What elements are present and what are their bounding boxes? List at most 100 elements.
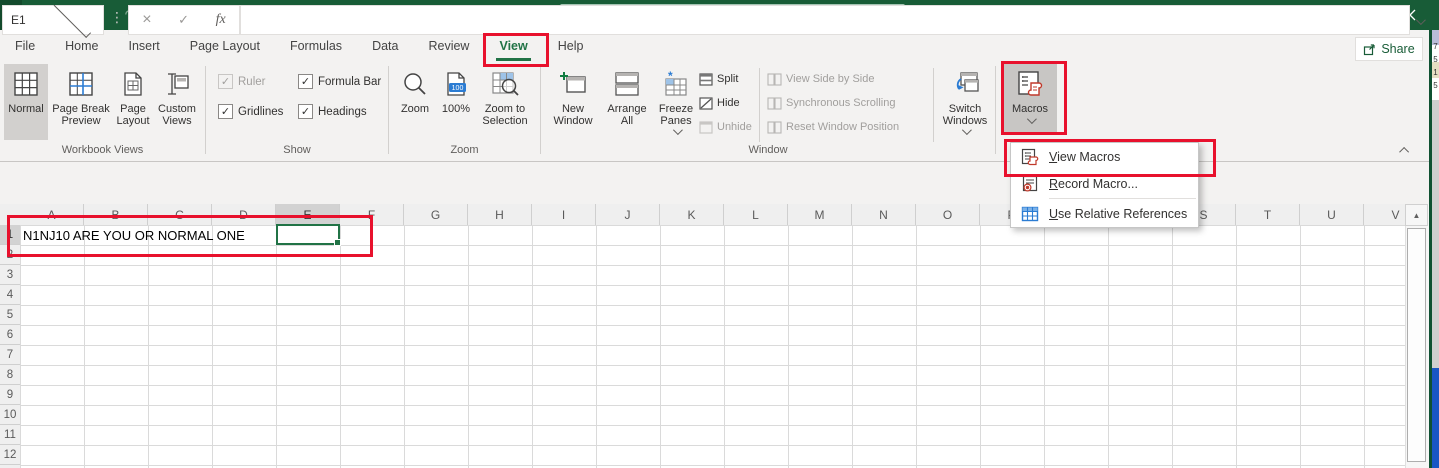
group-workbook-views: Normal Page Break Preview Page Layout Cu… [0,62,205,158]
collapse-ribbon-icon[interactable] [1399,143,1410,157]
page-break-preview-icon [68,68,94,100]
macros-button[interactable]: Macros [1003,64,1057,134]
menu-separator [1049,198,1196,199]
column-header[interactable]: E [276,204,340,225]
enter-button[interactable]: ✓ [178,12,189,28]
custom-views-icon [164,68,190,100]
select-all-corner[interactable] [0,204,21,226]
column-header[interactable]: C [148,204,212,225]
switch-windows-icon [951,68,979,100]
switch-windows-button[interactable]: Switch Windows [937,64,993,140]
row-header[interactable]: 9 [0,385,20,405]
fill-handle[interactable] [334,239,341,246]
zoom-icon [402,68,428,100]
window-wide-icon [767,96,782,110]
menu-item-record-macro[interactable]: Record Macro... [1011,170,1198,197]
column-header[interactable]: N [852,204,916,225]
formula-bar-expand-chevron[interactable] [1415,14,1426,28]
zoom-button[interactable]: Zoom [395,64,435,140]
column-header[interactable]: J [596,204,660,225]
hide-icon [699,96,713,110]
freeze-panes-icon: * [662,68,690,100]
group-window: New Window Arrange All * Freeze Panes Sp… [541,62,995,158]
column-header[interactable]: U [1300,204,1364,225]
normal-view-button[interactable]: Normal [4,64,48,140]
insert-function-button[interactable]: fx [216,12,226,28]
column-header[interactable]: V [1364,204,1405,225]
group-show: Ruler Formula Bar Gridlines Headings Sho… [206,62,388,158]
checkbox-check-icon [218,104,233,119]
window-wide-button: Reset Window Position [767,116,899,138]
column-header[interactable]: I [532,204,596,225]
row-header[interactable]: 6 [0,325,20,345]
group-label-zoom: Zoom [450,144,479,156]
show-checkbox[interactable]: Ruler [218,74,265,89]
page-layout-icon [121,68,145,100]
scrollbar-thumb[interactable] [1407,228,1426,462]
row-header[interactable]: 5 [0,305,20,325]
name-box-chevron[interactable] [53,0,91,38]
unhide-button: Unhide [699,116,752,138]
row-header[interactable]: 7 [0,345,20,365]
column-header[interactable]: F [340,204,404,225]
row-header[interactable]: 1 [0,225,20,245]
page-break-preview-button[interactable]: Page Break Preview [50,64,112,140]
split-icon [699,72,713,86]
column-header[interactable]: L [724,204,788,225]
window-wide-icon [767,72,782,86]
selected-cell-e1[interactable] [276,224,341,246]
show-checkbox[interactable]: Formula Bar [298,74,381,89]
row-header[interactable]: 8 [0,365,20,385]
cell-a1-text[interactable]: N1NJ10 ARE YOU OR NORMAL ONE [23,226,245,245]
freeze-panes-button[interactable]: * Freeze Panes [653,64,699,140]
column-header[interactable]: T [1236,204,1300,225]
column-header[interactable]: D [212,204,276,225]
svg-text:100: 100 [452,85,464,92]
checkbox-check-icon [298,74,313,89]
zoom-to-selection-button[interactable]: Zoom to Selection [477,64,533,140]
zoom-100-icon: 100 [444,68,468,100]
custom-views-button[interactable]: Custom Views [154,64,200,140]
arrange-all-button[interactable]: Arrange All [603,64,651,140]
zoom-to-selection-icon [491,68,519,100]
unhide-icon [699,120,713,134]
view-macros-icon [1011,148,1049,166]
row-header[interactable]: 3 [0,265,20,285]
column-header[interactable]: O [916,204,980,225]
arrange-all-icon [614,68,640,100]
show-checkbox[interactable]: Gridlines [218,104,283,119]
macros-dropdown-menu: View Macros Record Macro... Use Relative… [1010,142,1199,228]
row-header[interactable]: 2 [0,245,20,265]
column-header[interactable]: H [468,204,532,225]
menu-item-view-macros[interactable]: View Macros [1011,143,1198,170]
formula-bar-divider: ⋮ [110,9,124,25]
column-header[interactable]: M [788,204,852,225]
column-header[interactable]: A [20,204,84,225]
hide-button[interactable]: Hide [699,92,740,114]
column-header[interactable]: G [404,204,468,225]
row-header[interactable]: 12 [0,445,20,465]
cell-grid[interactable] [20,225,1405,468]
show-checkbox[interactable]: Headings [298,104,367,119]
column-header[interactable]: B [84,204,148,225]
page-layout-button[interactable]: Page Layout [114,64,152,140]
group-label-show: Show [283,144,311,156]
edge-sliver-digits: 75 15 [1433,42,1438,90]
row-header[interactable]: 10 [0,405,20,425]
row-header[interactable]: 11 [0,425,20,445]
formula-input[interactable] [240,5,1410,35]
split-button[interactable]: Split [699,68,738,90]
row-header[interactable]: 4 [0,285,20,305]
ribbon: Normal Page Break Preview Page Layout Cu… [0,62,1439,162]
scroll-up-icon[interactable] [1405,204,1428,226]
new-window-button[interactable]: New Window [547,64,599,140]
group-zoom: Zoom 100 100% Zoom to Selection Zoom [389,62,540,158]
share-button[interactable]: Share [1355,37,1423,61]
cancel-button[interactable]: × [142,11,151,29]
zoom-100-button[interactable]: 100 100% [437,64,475,140]
share-icon [1364,43,1375,55]
column-header[interactable]: K [660,204,724,225]
menu-item-use-relative-references[interactable]: Use Relative References [1011,200,1198,227]
name-box[interactable]: E1 [2,0,104,38]
macros-menu-chevron [1026,114,1037,125]
